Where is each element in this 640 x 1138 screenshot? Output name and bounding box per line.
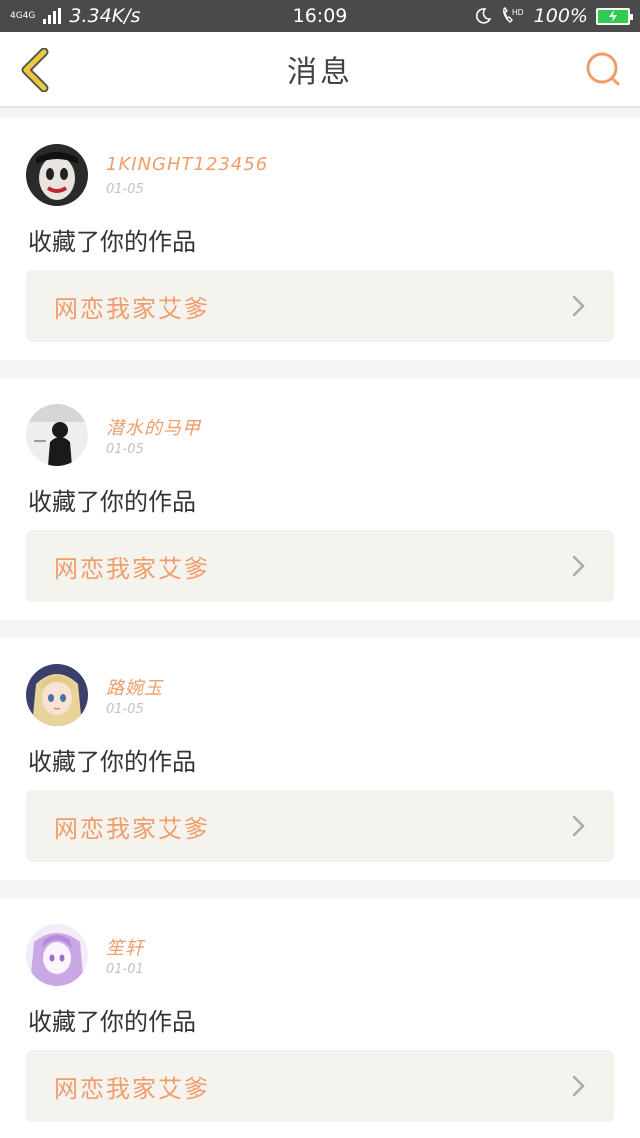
header: 消息: [0, 32, 640, 108]
message-card: 潜水的马甲 01-05 收藏了你的作品 网恋我家艾爹: [0, 378, 640, 620]
chevron-right-icon: [572, 295, 586, 317]
avatar[interactable]: [26, 664, 88, 726]
work-title: 网恋我家艾爹: [54, 294, 210, 323]
message-date: 01-05: [106, 702, 144, 717]
status-right: HD 100%: [474, 5, 633, 27]
avatar[interactable]: [26, 404, 88, 466]
chevron-right-icon: [572, 1075, 586, 1097]
battery-percent: 100%: [533, 5, 588, 27]
anime-girl-avatar-icon: [26, 664, 88, 726]
signal-bars-icon: [43, 8, 62, 24]
clock: 16:09: [292, 5, 348, 27]
silhouette-avatar-icon: [26, 404, 88, 466]
message-list: 1KINGHT123456 01-05 收藏了你的作品 网恋我家艾爹 潜水的马甲…: [0, 118, 640, 1138]
message-date: 01-05: [106, 442, 144, 457]
search-button[interactable]: [584, 50, 624, 90]
status-left: 4G4G 3.34K/s: [10, 5, 140, 27]
work-link[interactable]: 网恋我家艾爹: [26, 790, 614, 862]
work-title: 网恋我家艾爹: [54, 1074, 210, 1103]
username[interactable]: 路婉玉: [106, 674, 163, 700]
search-icon: [586, 52, 620, 86]
page-title: 消息: [287, 55, 353, 90]
message-card: 1KINGHT123456 01-05 收藏了你的作品 网恋我家艾爹: [0, 118, 640, 360]
work-link[interactable]: 网恋我家艾爹: [26, 530, 614, 602]
work-link[interactable]: 网恋我家艾爹: [26, 1050, 614, 1122]
battery-icon: [596, 7, 633, 25]
network-type-label: 4G4G: [10, 10, 36, 21]
avatar[interactable]: [26, 924, 88, 986]
svg-text:HD: HD: [512, 8, 524, 17]
network-type: 4G4G: [10, 10, 36, 21]
message-card: 笙轩 01-01 收藏了你的作品 网恋我家艾爹: [0, 898, 640, 1138]
network-speed: 3.34K/s: [69, 5, 141, 27]
message-action: 收藏了你的作品: [28, 228, 196, 256]
work-link[interactable]: 网恋我家艾爹: [26, 270, 614, 342]
username[interactable]: 1KINGHT123456: [106, 154, 268, 175]
purple-anime-avatar-icon: [26, 924, 88, 986]
back-button[interactable]: [16, 47, 56, 93]
status-bar: 4G4G 3.34K/s 16:09 HD 100%: [0, 0, 640, 32]
message-date: 01-01: [106, 962, 144, 977]
message-date: 01-05: [106, 182, 144, 197]
message-card: 路婉玉 01-05 收藏了你的作品 网恋我家艾爹: [0, 638, 640, 880]
chevron-right-icon: [572, 555, 586, 577]
moon-icon: [475, 8, 492, 24]
chevron-left-icon: [21, 47, 49, 93]
work-title: 网恋我家艾爹: [54, 554, 210, 583]
work-title: 网恋我家艾爹: [54, 814, 210, 843]
message-action: 收藏了你的作品: [28, 488, 196, 516]
message-action: 收藏了你的作品: [28, 1008, 196, 1036]
username[interactable]: 潜水的马甲: [106, 414, 201, 440]
clown-avatar-icon: [26, 144, 88, 206]
hd-call-icon: HD: [502, 6, 524, 23]
username[interactable]: 笙轩: [106, 934, 144, 960]
message-action: 收藏了你的作品: [28, 748, 196, 776]
avatar[interactable]: [26, 144, 88, 206]
chevron-right-icon: [572, 815, 586, 837]
